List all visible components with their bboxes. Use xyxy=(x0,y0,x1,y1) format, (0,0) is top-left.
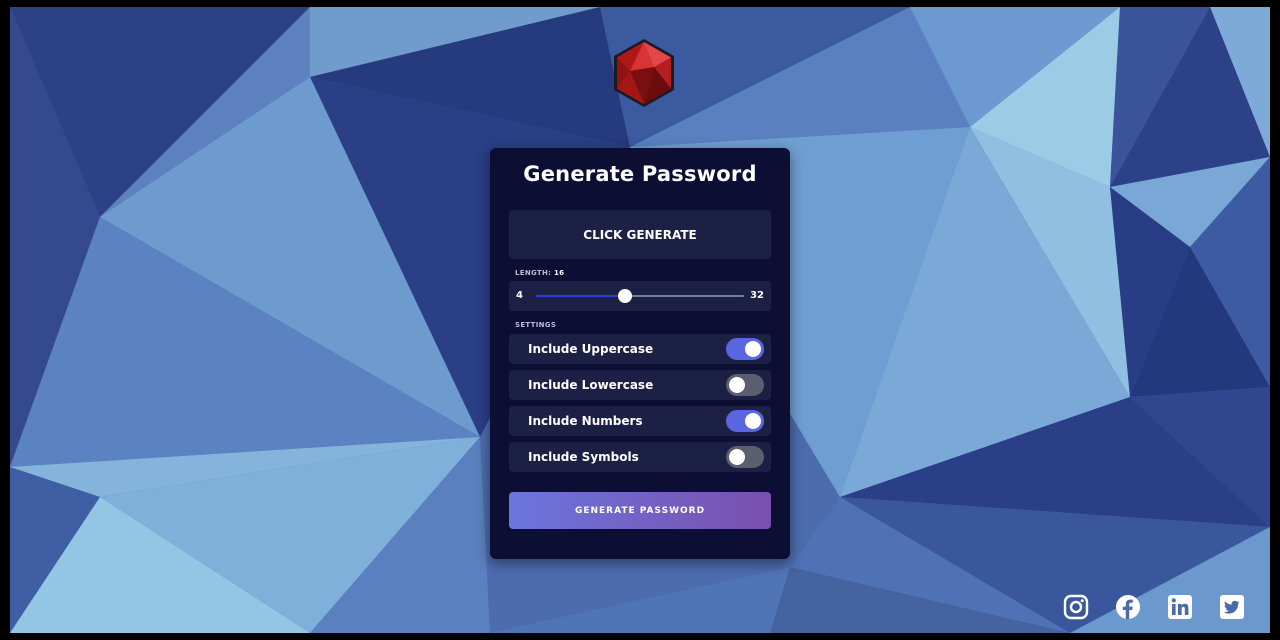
linkedin-icon[interactable] xyxy=(1167,594,1193,620)
toggle-knob xyxy=(729,377,745,393)
slider-fill xyxy=(536,295,626,297)
facebook-icon[interactable] xyxy=(1115,594,1141,620)
password-generator-card: Generate Password CLICK GENERATE LENGTH:… xyxy=(490,148,790,559)
length-slider[interactable] xyxy=(536,289,744,303)
symbols-toggle[interactable] xyxy=(726,446,764,468)
twitter-icon[interactable] xyxy=(1219,594,1245,620)
uppercase-toggle[interactable] xyxy=(726,338,764,360)
toggle-knob xyxy=(745,413,761,429)
toggle-knob xyxy=(745,341,761,357)
slider-thumb[interactable] xyxy=(618,289,633,303)
length-value: 16 xyxy=(554,269,565,277)
setting-label: Include Numbers xyxy=(528,414,643,428)
length-slider-box: 4 32 xyxy=(509,281,771,311)
setting-label: Include Uppercase xyxy=(528,342,654,356)
setting-uppercase: Include Uppercase xyxy=(509,334,771,364)
lowercase-toggle[interactable] xyxy=(726,374,764,396)
password-result-field[interactable]: CLICK GENERATE xyxy=(509,210,771,259)
settings-label: SETTINGS xyxy=(515,321,557,329)
toggle-knob xyxy=(729,449,745,465)
numbers-toggle[interactable] xyxy=(726,410,764,432)
length-label-text: LENGTH: xyxy=(515,269,552,277)
page-frame: Generate Password CLICK GENERATE LENGTH:… xyxy=(10,7,1270,633)
slider-min-label: 4 xyxy=(516,290,523,301)
card-title: Generate Password xyxy=(523,162,757,186)
setting-symbols: Include Symbols xyxy=(509,442,771,472)
setting-label: Include Lowercase xyxy=(528,378,654,392)
slider-max-label: 32 xyxy=(750,290,764,301)
instagram-icon[interactable] xyxy=(1063,594,1089,620)
generate-password-button[interactable]: GENERATE PASSWORD xyxy=(509,492,771,529)
setting-label: Include Symbols xyxy=(528,450,639,464)
setting-lowercase: Include Lowercase xyxy=(509,370,771,400)
result-placeholder-text: CLICK GENERATE xyxy=(583,227,697,242)
red-gem-logo xyxy=(614,39,674,107)
length-label: LENGTH: 16 xyxy=(515,269,564,277)
setting-numbers: Include Numbers xyxy=(509,406,771,436)
